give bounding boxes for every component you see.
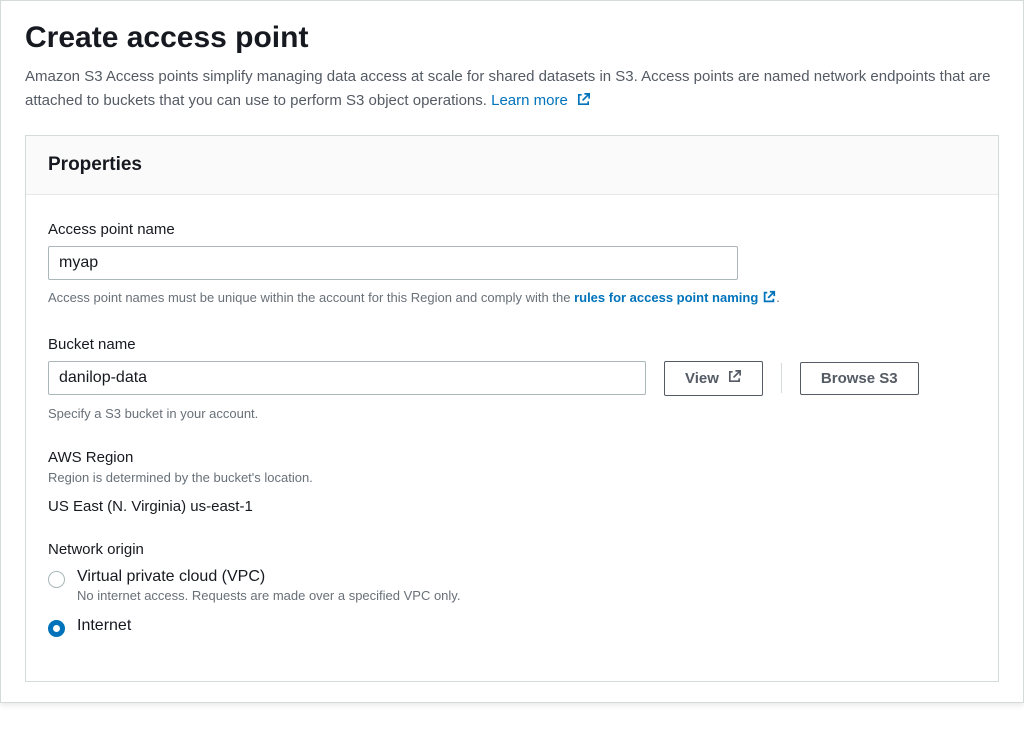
radio-body: Virtual private cloud (VPC) No internet … [77, 568, 976, 603]
bucket-name-group: Bucket name View [48, 336, 976, 424]
properties-panel: Properties Access point name Access poin… [25, 135, 999, 682]
browse-s3-label: Browse S3 [821, 370, 898, 387]
radio-option-vpc[interactable]: Virtual private cloud (VPC) No internet … [48, 568, 976, 603]
aws-region-hint: Region is determined by the bucket's loc… [48, 468, 976, 488]
divider [781, 363, 782, 393]
bucket-name-label: Bucket name [48, 336, 976, 353]
radio-option-internet[interactable]: Internet [48, 617, 976, 637]
external-link-icon [762, 290, 776, 310]
network-origin-radio-group: Virtual private cloud (VPC) No internet … [48, 568, 976, 637]
aws-region-label: AWS Region [48, 449, 976, 466]
hint-suffix: . [776, 290, 780, 305]
learn-more-label: Learn more [491, 92, 568, 109]
external-link-icon [727, 369, 742, 388]
aws-region-group: AWS Region Region is determined by the b… [48, 449, 976, 515]
bucket-name-hint: Specify a S3 bucket in your account. [48, 404, 976, 424]
view-button-label: View [685, 370, 719, 387]
view-button[interactable]: View [664, 361, 763, 396]
external-link-icon [576, 91, 591, 115]
naming-rules-link[interactable]: rules for access point naming [574, 290, 776, 305]
page-title: Create access point [25, 21, 999, 55]
learn-more-link[interactable]: Learn more [491, 92, 591, 109]
access-point-name-label: Access point name [48, 221, 976, 238]
radio-label-vpc: Virtual private cloud (VPC) [77, 568, 976, 586]
network-origin-label: Network origin [48, 541, 976, 558]
aws-region-value: US East (N. Virginia) us-east-1 [48, 498, 976, 515]
browse-s3-button[interactable]: Browse S3 [800, 362, 919, 395]
radio-label-internet: Internet [77, 617, 976, 635]
access-point-name-input[interactable] [48, 246, 738, 280]
radio-icon [48, 571, 65, 588]
radio-body: Internet [77, 617, 976, 635]
network-origin-group: Network origin Virtual private cloud (VP… [48, 541, 976, 637]
create-access-point-page: Create access point Amazon S3 Access poi… [0, 0, 1024, 703]
panel-body: Access point name Access point names mus… [26, 195, 998, 681]
bucket-row: View Browse S3 [48, 361, 976, 396]
naming-rules-label: rules for access point naming [574, 290, 758, 305]
page-description: Amazon S3 Access points simplify managin… [25, 65, 999, 115]
radio-desc-vpc: No internet access. Requests are made ov… [77, 588, 976, 603]
bucket-name-input[interactable] [48, 361, 646, 395]
access-point-name-group: Access point name Access point names mus… [48, 221, 976, 310]
access-point-name-hint: Access point names must be unique within… [48, 288, 976, 310]
radio-icon [48, 620, 65, 637]
panel-title: Properties [48, 154, 976, 176]
panel-header: Properties [26, 136, 998, 195]
hint-prefix: Access point names must be unique within… [48, 290, 574, 305]
